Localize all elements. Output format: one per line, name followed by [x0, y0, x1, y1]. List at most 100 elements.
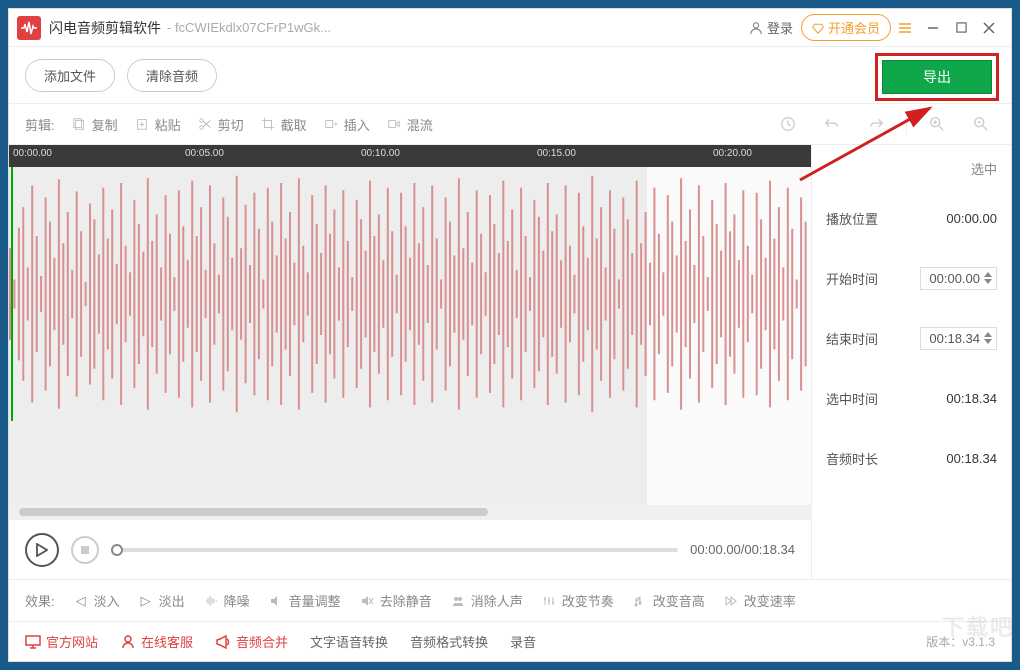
tick: 00:00.00 — [13, 148, 52, 159]
megaphone-icon — [215, 634, 231, 650]
headset-icon — [120, 634, 136, 650]
audio-duration-row: 音频时长 00:18.34 — [826, 428, 997, 488]
progress-slider[interactable] — [111, 548, 678, 552]
effects-label: 效果: — [25, 591, 55, 610]
denoise-icon — [203, 593, 219, 609]
file-toolbar: 添加文件 清除音频 导出 — [9, 47, 1011, 103]
merge-link[interactable]: 音频合并 — [215, 632, 288, 651]
edit-label: 剪辑: — [25, 115, 55, 134]
version-label: 版本：v3.1.3 — [926, 633, 995, 650]
zoom-in-icon — [928, 115, 946, 133]
history-button[interactable] — [774, 110, 802, 138]
speed-icon — [723, 593, 739, 609]
play-position-value: 00:00.00 — [946, 211, 997, 226]
support-link[interactable]: 在线客服 — [120, 632, 193, 651]
selected-label: 选中 — [826, 153, 997, 188]
minimize-button[interactable] — [919, 14, 947, 42]
fade-out-button[interactable]: ▷淡出 — [138, 591, 185, 610]
speed-button[interactable]: 改变速率 — [723, 591, 796, 610]
fade-out-icon: ▷ — [138, 593, 154, 609]
zoom-out-icon — [972, 115, 990, 133]
app-title: 闪电音频剪辑软件 — [49, 18, 161, 38]
cut-button[interactable]: 剪切 — [197, 115, 244, 134]
denoise-button[interactable]: 降噪 — [203, 591, 250, 610]
fade-in-button[interactable]: ◁淡入 — [73, 591, 120, 610]
playback-controls: 00:00.00/00:18.34 — [9, 519, 811, 579]
footer-bar: 官方网站 在线客服 音频合并 文字语音转换 音频格式转换 录音 版本：v3.1.… — [9, 621, 1011, 661]
clear-audio-button[interactable]: 清除音频 — [127, 59, 217, 92]
end-time-row: 结束时间 00:18.34 — [826, 308, 997, 368]
tick: 00:05.00 — [185, 148, 224, 159]
login-button[interactable]: 登录 — [741, 14, 801, 41]
copy-button[interactable]: 复制 — [71, 115, 118, 134]
waveform-canvas[interactable] — [9, 167, 811, 505]
play-position-row: 播放位置 00:00.00 — [826, 188, 997, 248]
menu-button[interactable] — [891, 14, 919, 42]
vip-label: 开通会员 — [828, 18, 880, 37]
undo-icon — [823, 115, 841, 133]
fade-in-icon: ◁ — [73, 593, 89, 609]
record-link[interactable]: 录音 — [510, 632, 536, 651]
history-icon — [779, 115, 797, 133]
end-down[interactable] — [984, 339, 992, 344]
stop-button[interactable] — [71, 536, 99, 564]
edit-toolbar: 剪辑: 复制 粘贴 剪切 截取 插入 混流 — [9, 103, 1011, 145]
waveform-column: 00:00.00 00:05.00 00:10.00 00:15.00 00:2… — [9, 145, 811, 579]
pitch-button[interactable]: 改变音高 — [632, 591, 705, 610]
copy-icon — [71, 116, 87, 132]
mix-button[interactable]: 混流 — [386, 115, 433, 134]
user-icon — [749, 21, 763, 35]
play-icon — [36, 543, 48, 557]
redo-button[interactable] — [862, 110, 890, 138]
maximize-button[interactable] — [947, 14, 975, 42]
selection-duration-value: 00:18.34 — [946, 391, 997, 406]
undo-button[interactable] — [818, 110, 846, 138]
volume-button[interactable]: 音量调整 — [268, 591, 341, 610]
maximize-icon — [956, 22, 967, 33]
zoom-out-button[interactable] — [967, 110, 995, 138]
timeline-ruler[interactable]: 00:00.00 00:05.00 00:10.00 00:15.00 00:2… — [9, 145, 811, 167]
redo-icon — [867, 115, 885, 133]
tempo-icon — [541, 593, 557, 609]
start-time-input[interactable]: 00:00.00 — [920, 267, 997, 290]
close-icon — [983, 22, 995, 34]
paste-button[interactable]: 粘贴 — [134, 115, 181, 134]
start-time-row: 开始时间 00:00.00 — [826, 248, 997, 308]
tts-link[interactable]: 文字语音转换 — [310, 632, 388, 651]
main-area: 00:00.00 00:05.00 00:10.00 00:15.00 00:2… — [9, 145, 1011, 579]
scroll-thumb[interactable] — [19, 508, 488, 516]
scissors-icon — [197, 116, 213, 132]
format-link[interactable]: 音频格式转换 — [410, 632, 488, 651]
paste-icon — [134, 116, 150, 132]
tempo-button[interactable]: 改变节奏 — [541, 591, 614, 610]
start-down[interactable] — [984, 279, 992, 284]
crop-button[interactable]: 截取 — [260, 115, 307, 134]
tick: 00:10.00 — [361, 148, 400, 159]
end-time-input[interactable]: 00:18.34 — [920, 327, 997, 350]
vocal-icon — [450, 593, 466, 609]
insert-button[interactable]: 插入 — [323, 115, 370, 134]
info-panel: 选中 播放位置 00:00.00 开始时间 00:00.00 结束时间 00:1… — [811, 145, 1011, 579]
vip-button[interactable]: 开通会员 — [801, 14, 891, 41]
progress-knob[interactable] — [111, 544, 123, 556]
time-display: 00:00.00/00:18.34 — [690, 542, 795, 557]
volume-icon — [268, 593, 284, 609]
menu-icon — [897, 20, 913, 36]
export-button[interactable]: 导出 — [882, 60, 992, 94]
zoom-in-button[interactable] — [923, 110, 951, 138]
waveform-svg — [9, 167, 809, 421]
titlebar: 闪电音频剪辑软件 - fcCWIEkdlx07CFrP1wGk... 登录 开通… — [9, 9, 1011, 47]
add-file-button[interactable]: 添加文件 — [25, 59, 115, 92]
tick: 00:15.00 — [537, 148, 576, 159]
selection-duration-row: 选中时间 00:18.34 — [826, 368, 997, 428]
app-window: 闪电音频剪辑软件 - fcCWIEkdlx07CFrP1wGk... 登录 开通… — [8, 8, 1012, 662]
end-up[interactable] — [984, 332, 992, 337]
close-button[interactable] — [975, 14, 1003, 42]
file-name: - fcCWIEkdlx07CFrP1wGk... — [167, 20, 331, 35]
remove-vocal-button[interactable]: 消除人声 — [450, 591, 523, 610]
h-scrollbar[interactable] — [9, 505, 811, 519]
play-button[interactable] — [25, 533, 59, 567]
remove-silence-button[interactable]: 去除静音 — [359, 591, 432, 610]
website-link[interactable]: 官方网站 — [25, 632, 98, 651]
start-up[interactable] — [984, 272, 992, 277]
